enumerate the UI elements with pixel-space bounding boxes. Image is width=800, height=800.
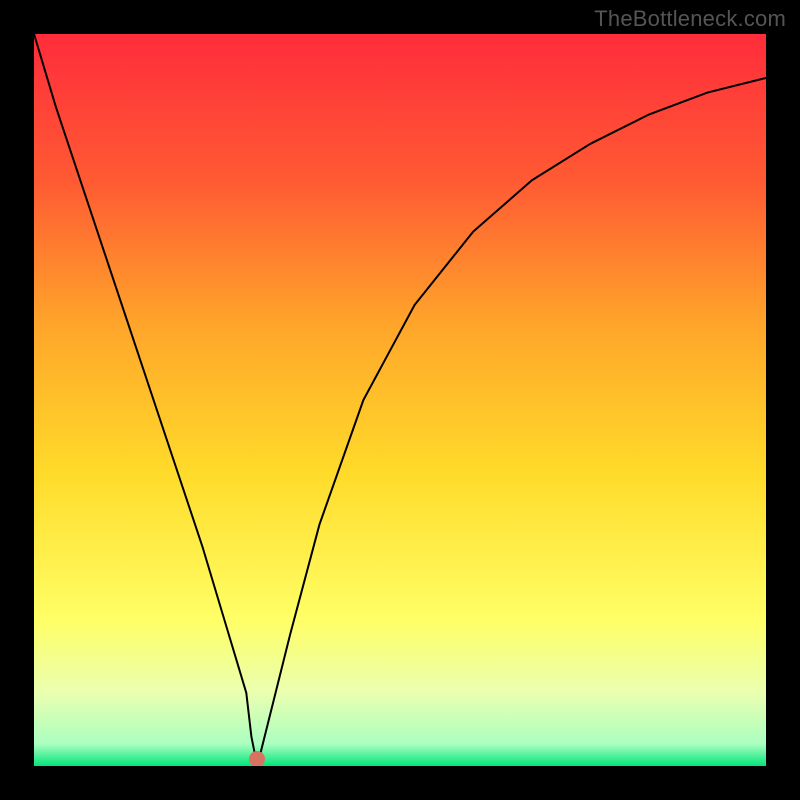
plot-area — [34, 34, 766, 766]
chart-container: TheBottleneck.com — [0, 0, 800, 800]
minimum-marker-dot — [249, 751, 265, 766]
watermark-text: TheBottleneck.com — [594, 6, 786, 32]
background-gradient — [34, 34, 766, 766]
